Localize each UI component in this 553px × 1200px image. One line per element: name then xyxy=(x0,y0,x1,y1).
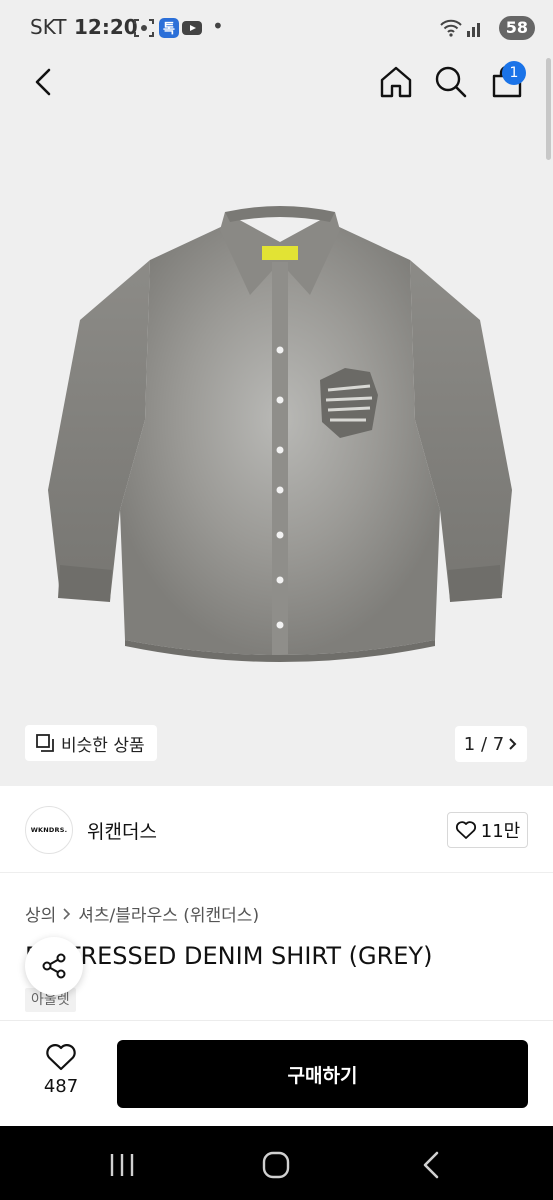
breadcrumb-subcategory[interactable]: 셔츠/블라우스 (위캔더스) xyxy=(78,901,259,926)
clock: 12:20 xyxy=(74,15,138,39)
back-arrow-icon[interactable] xyxy=(24,62,64,102)
wifi-icon xyxy=(440,19,462,37)
chevron-right-icon xyxy=(509,738,517,750)
carrier-label: SKT xyxy=(30,15,67,39)
brand-name[interactable]: 위캔더스 xyxy=(87,817,157,844)
cart-badge: 1 xyxy=(502,61,526,85)
home-icon[interactable] xyxy=(376,62,416,102)
brand-like-count: 11만 xyxy=(480,821,521,842)
pager-label: 1 / 7 xyxy=(463,733,505,755)
image-pager[interactable]: 1 / 7 xyxy=(455,726,527,762)
home-nav-icon[interactable] xyxy=(256,1148,296,1182)
brand-logo-text: WKNDRS. xyxy=(30,826,68,834)
wishlist-count: 487 xyxy=(43,1076,79,1097)
search-icon[interactable] xyxy=(431,62,471,102)
recent-apps-icon[interactable] xyxy=(102,1148,142,1182)
share-icon xyxy=(42,953,66,979)
divider xyxy=(0,872,553,873)
heart-icon xyxy=(455,821,476,839)
svg-text:톡: 톡 xyxy=(163,22,175,37)
similar-products-label: 비슷한 상품 xyxy=(61,735,145,756)
battery-indicator: 58 xyxy=(498,16,535,40)
youtube-icon xyxy=(182,21,202,35)
back-nav-icon[interactable] xyxy=(412,1148,452,1182)
share-button[interactable] xyxy=(25,937,83,995)
notification-dot: • xyxy=(212,14,224,38)
breadcrumb: 상의 셔츠/블라우스 (위캔더스) xyxy=(25,901,259,926)
similar-products-button[interactable]: 비슷한 상품 xyxy=(25,725,157,761)
wishlist-button[interactable]: 487 xyxy=(30,1042,92,1106)
buy-button[interactable]: 구매하기 xyxy=(117,1040,528,1108)
status-bar: SKT 12:20 톡 • 58 xyxy=(0,0,553,56)
brand-logo[interactable]: WKNDRS. xyxy=(25,806,73,854)
product-title: DISTRESSED DENIM SHIRT (GREY) xyxy=(25,942,433,970)
similar-icon xyxy=(36,734,54,752)
signal-icon xyxy=(467,23,480,37)
brand-like-button[interactable]: 11만 xyxy=(447,812,528,848)
scrollbar[interactable] xyxy=(546,58,551,160)
product-image[interactable] xyxy=(40,200,520,700)
app-badge-icon: 톡 xyxy=(159,18,179,38)
chevron-right-icon xyxy=(63,907,71,920)
heart-icon xyxy=(46,1044,76,1071)
screenshot-icon xyxy=(134,19,154,37)
breadcrumb-category[interactable]: 상의 xyxy=(25,901,56,926)
